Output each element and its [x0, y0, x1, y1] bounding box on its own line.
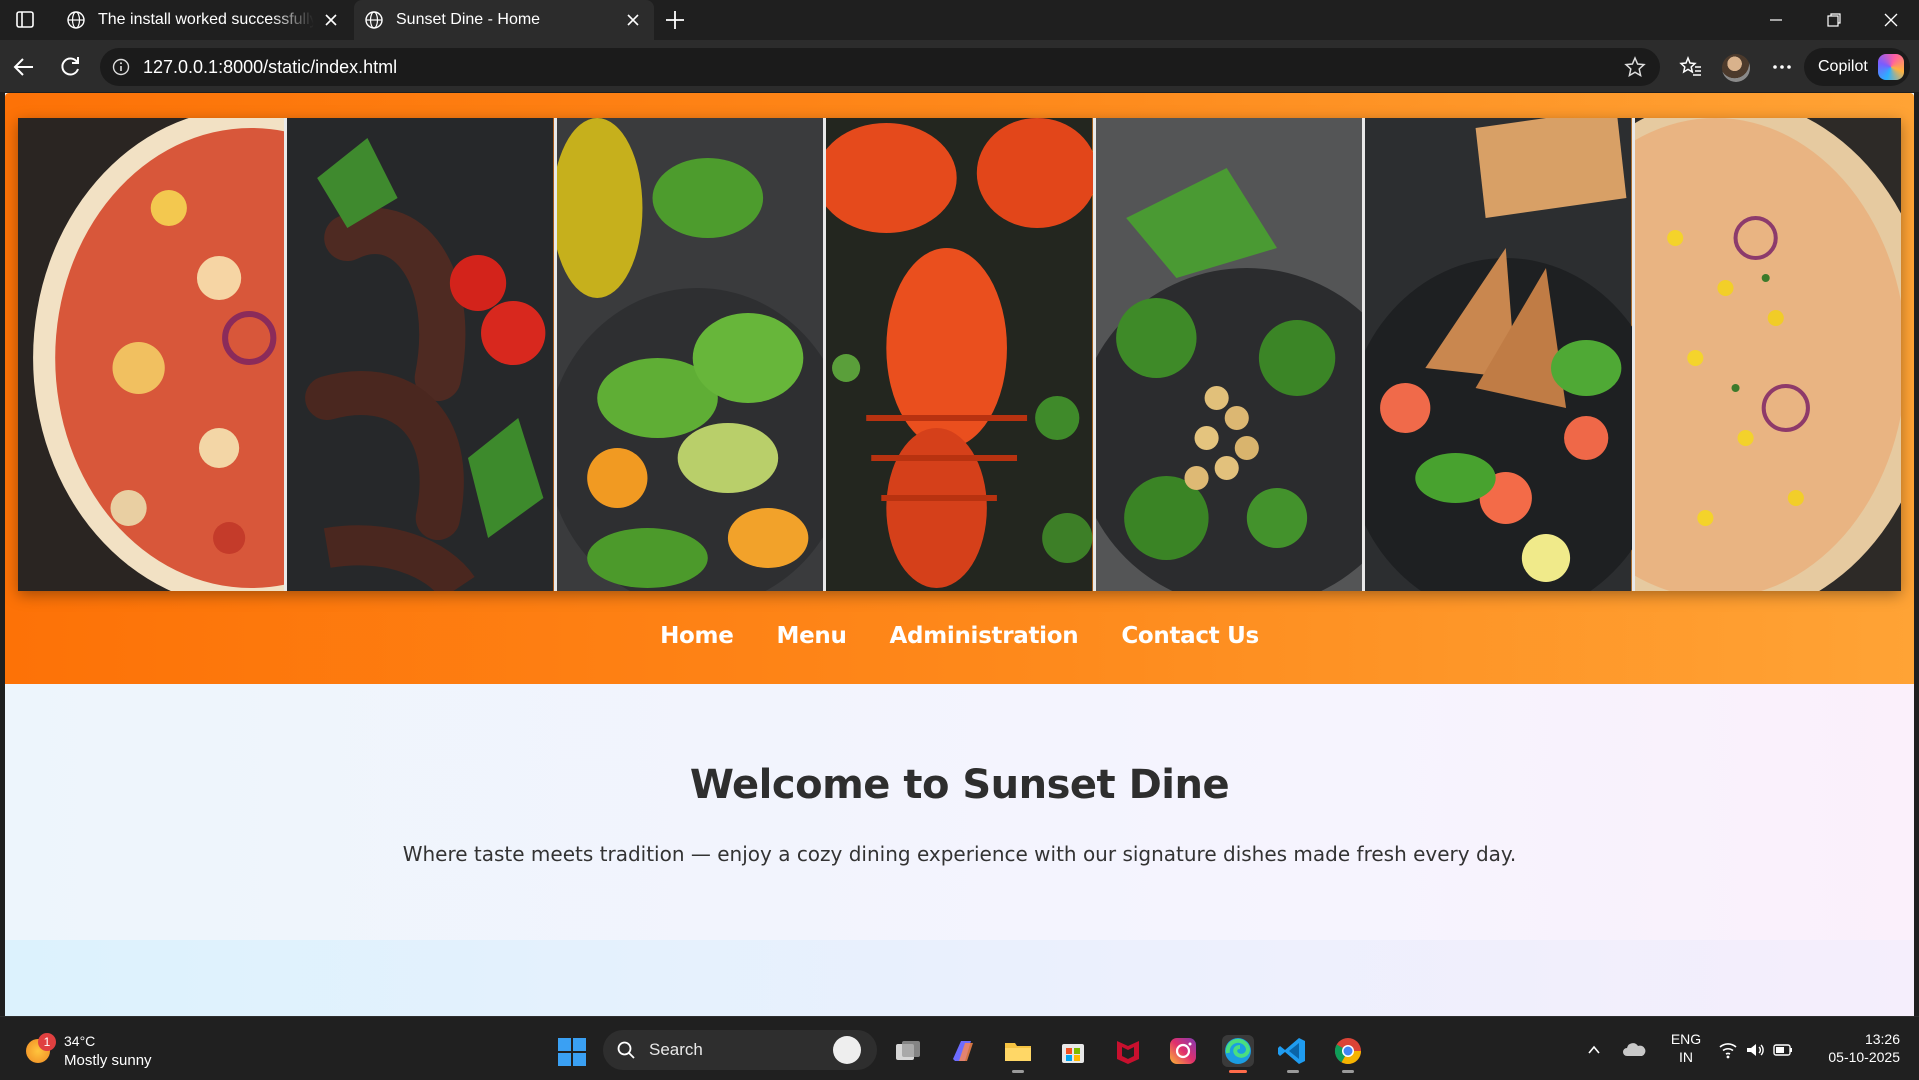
banner-salmon-salad-image [1365, 118, 1635, 591]
copilot-label: Copilot [1818, 58, 1868, 75]
vscode-icon[interactable] [1277, 1035, 1309, 1073]
restore-icon [1827, 13, 1841, 27]
wifi-icon[interactable] [1718, 1040, 1738, 1060]
favorites-icon[interactable] [1679, 55, 1703, 79]
search-label: Search [649, 1040, 703, 1059]
globe-icon [365, 11, 383, 29]
search-icon [617, 1041, 635, 1059]
copilot-icon [1877, 54, 1904, 80]
new-tab-icon[interactable] [664, 9, 686, 31]
tab-title: Sunset Dine - Home [396, 11, 541, 28]
tab-django-install[interactable]: The install worked successfully! Congrat… [56, 0, 352, 40]
welcome-tagline: Where taste meets tradition — enjoy a co… [402, 842, 1517, 866]
weather-condition: Mostly sunny [64, 1052, 152, 1069]
favorite-star-icon[interactable] [1624, 56, 1646, 78]
close-window-button[interactable] [1862, 0, 1919, 40]
close-tab-icon[interactable] [626, 13, 640, 27]
system-clock[interactable]: 13:26 05-10-2025 [1810, 1030, 1900, 1066]
windows-start-icon[interactable] [556, 1036, 588, 1068]
url-text[interactable]: 127.0.0.1:8000/static/index.html [143, 57, 397, 78]
clock-time: 13:26 [1864, 1031, 1900, 1047]
region-code: IN [1679, 1049, 1693, 1065]
file-explorer-icon[interactable] [1002, 1035, 1034, 1073]
copilot-button[interactable]: Copilot [1804, 48, 1910, 86]
close-icon [1884, 13, 1898, 27]
banner-lobster-image [826, 118, 1096, 591]
tab-actions-icon[interactable] [12, 9, 38, 31]
clock-date: 05-10-2025 [1828, 1049, 1900, 1065]
tab-sunset-dine[interactable]: Sunset Dine - Home [354, 0, 654, 40]
nav-home[interactable]: Home [660, 623, 734, 649]
globe-icon [67, 11, 85, 29]
show-hidden-icons-icon[interactable] [1586, 1042, 1602, 1058]
address-bar[interactable]: 127.0.0.1:8000/static/index.html [100, 48, 1660, 86]
volume-icon[interactable] [1745, 1040, 1765, 1060]
onedrive-icon[interactable] [1622, 1040, 1646, 1060]
back-arrow-icon[interactable] [11, 54, 37, 80]
microsoft-store-icon[interactable] [1057, 1035, 1089, 1067]
mcafee-icon[interactable] [1112, 1035, 1144, 1067]
task-view-icon[interactable] [892, 1035, 924, 1067]
restore-button[interactable] [1805, 0, 1863, 40]
minimize-icon [1770, 19, 1782, 21]
tab-strip: The install worked successfully! Congrat… [0, 0, 1919, 40]
food-banner [18, 118, 1901, 591]
close-tab-icon[interactable] [324, 13, 338, 27]
refresh-icon[interactable] [57, 54, 83, 80]
minimize-button[interactable] [1747, 0, 1805, 40]
page-viewport: Home Menu Administration Contact Us Welc… [5, 93, 1914, 1016]
profile-avatar[interactable] [1722, 54, 1750, 82]
weather-widget[interactable]: 1 34°C Mostly sunny [24, 1031, 184, 1071]
edge-browser-icon[interactable] [1222, 1035, 1254, 1073]
copilot-app-icon[interactable] [947, 1035, 979, 1067]
nav-administration[interactable]: Administration [890, 623, 1079, 649]
battery-icon[interactable] [1772, 1040, 1794, 1060]
chrome-icon[interactable] [1332, 1035, 1364, 1073]
site-info-icon[interactable] [112, 58, 130, 76]
notification-badge: 1 [38, 1033, 56, 1051]
instagram-icon[interactable] [1167, 1035, 1199, 1067]
nav-menu[interactable]: Menu [777, 623, 847, 649]
search-highlight-icon [833, 1036, 861, 1064]
language-indicator[interactable]: ENG IN [1666, 1030, 1706, 1066]
taskbar-search[interactable]: Search [603, 1030, 877, 1070]
welcome-section: Welcome to Sunset Dine Where taste meets… [5, 684, 1914, 940]
banner-sausages-image [287, 118, 557, 591]
nav-contact-us[interactable]: Contact Us [1121, 623, 1259, 649]
banner-pizza-corn-image [1634, 118, 1901, 591]
site-header: Home Menu Administration Contact Us [5, 93, 1914, 684]
tab-title: The install worked successfully! Congrat… [98, 11, 314, 28]
welcome-title: Welcome to Sunset Dine [689, 762, 1230, 808]
weather-temp: 34°C [64, 1033, 96, 1049]
language-code: ENG [1670, 1031, 1702, 1047]
banner-salad-image [556, 118, 827, 591]
main-navigation: Home Menu Administration Contact Us [5, 623, 1914, 649]
banner-broccoli-image [1095, 118, 1366, 591]
next-section [5, 940, 1914, 1016]
more-options-icon[interactable] [1770, 55, 1794, 79]
banner-pizza-image [18, 118, 288, 591]
